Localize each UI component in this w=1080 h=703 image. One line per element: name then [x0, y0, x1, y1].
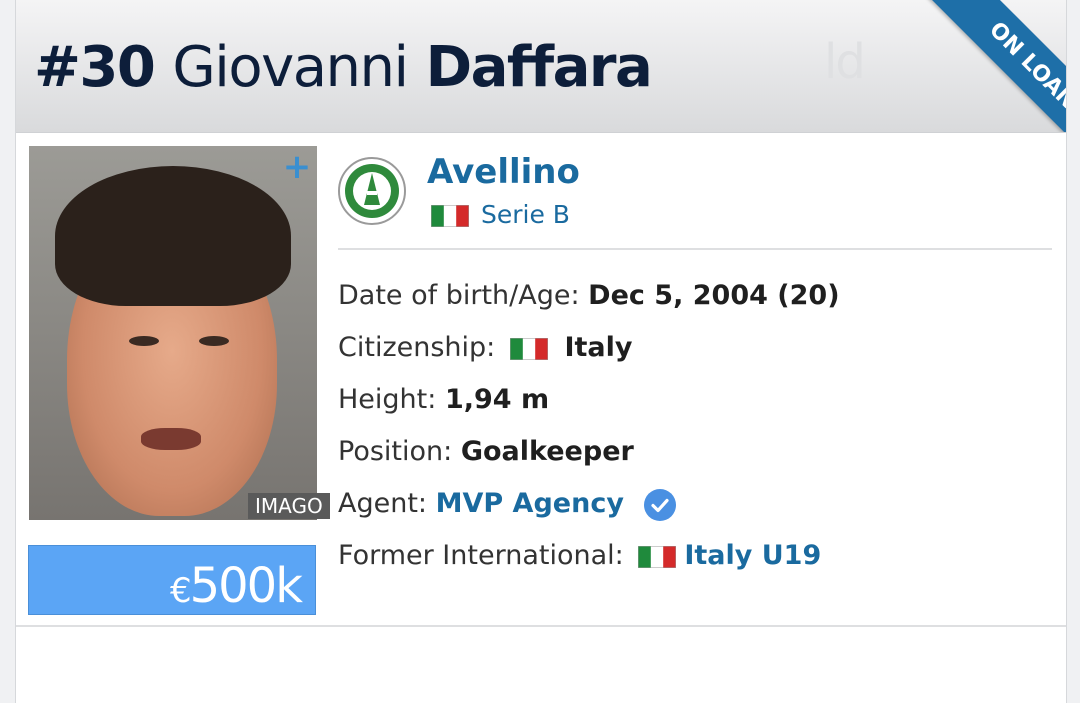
club-name-link[interactable]: Avellino: [427, 152, 580, 192]
photo-left-eye: [129, 336, 159, 346]
citizenship-value: Italy: [564, 332, 633, 363]
player-title-bar: #30 Giovanni Daffara ld ON LOAN: [16, 0, 1066, 133]
italy-flag-icon: [431, 205, 469, 227]
shirt-number: #30: [34, 35, 156, 100]
agent-label: Agent:: [338, 488, 428, 519]
agent-link[interactable]: MVP Agency: [436, 488, 624, 519]
dob-row: Date of birth/Age: Dec 5, 2004 (20): [338, 278, 840, 314]
former-international-link[interactable]: Italy U19: [684, 540, 821, 571]
photo-hair: [55, 166, 291, 306]
photo-credit: IMAGO: [248, 493, 330, 519]
on-loan-ribbon: ON LOAN: [923, 0, 1066, 132]
player-header-card: #30 Giovanni Daffara ld ON LOAN + IMAGO …: [15, 0, 1067, 703]
league-name-link[interactable]: Serie B: [481, 200, 570, 229]
player-last-name: Daffara: [425, 35, 653, 100]
plus-icon[interactable]: +: [282, 150, 312, 184]
former-international-label: Former International:: [338, 540, 624, 571]
height-row: Height: 1,94 m: [338, 382, 549, 418]
dob-value: Dec 5, 2004 (20): [588, 280, 840, 311]
position-row: Position: Goalkeeper: [338, 434, 634, 470]
card-bottom-divider: [16, 625, 1066, 627]
player-photo[interactable]: [29, 146, 317, 520]
height-label: Height:: [338, 384, 437, 415]
position-label: Position:: [338, 436, 453, 467]
photo-right-eye: [199, 336, 229, 346]
citizenship-row: Citizenship: Italy: [338, 330, 632, 366]
italy-flag-icon: [509, 337, 548, 360]
loan-ribbon-container: ON LOAN: [882, 0, 1066, 132]
citizenship-label: Citizenship:: [338, 332, 496, 363]
verified-check-icon: [643, 488, 676, 521]
position-value: Goalkeeper: [460, 436, 634, 467]
avellino-crest-icon[interactable]: [338, 157, 406, 225]
player-first-name: Giovanni: [172, 35, 409, 100]
market-value-amount: 500k: [189, 558, 303, 614]
photo-mouth: [141, 428, 201, 450]
agent-row: Agent: MVP Agency: [338, 486, 677, 522]
height-value: 1,94 m: [444, 384, 550, 415]
watermark-text: ld: [824, 34, 866, 90]
market-value-button[interactable]: €500k: [28, 545, 316, 615]
former-international-row: Former International: Italy U19: [338, 538, 821, 574]
section-divider: [338, 248, 1052, 250]
page-title: #30 Giovanni Daffara: [34, 28, 653, 108]
currency-symbol: €: [169, 571, 192, 611]
dob-label: Date of birth/Age:: [338, 280, 580, 311]
italy-flag-icon: [638, 545, 677, 568]
